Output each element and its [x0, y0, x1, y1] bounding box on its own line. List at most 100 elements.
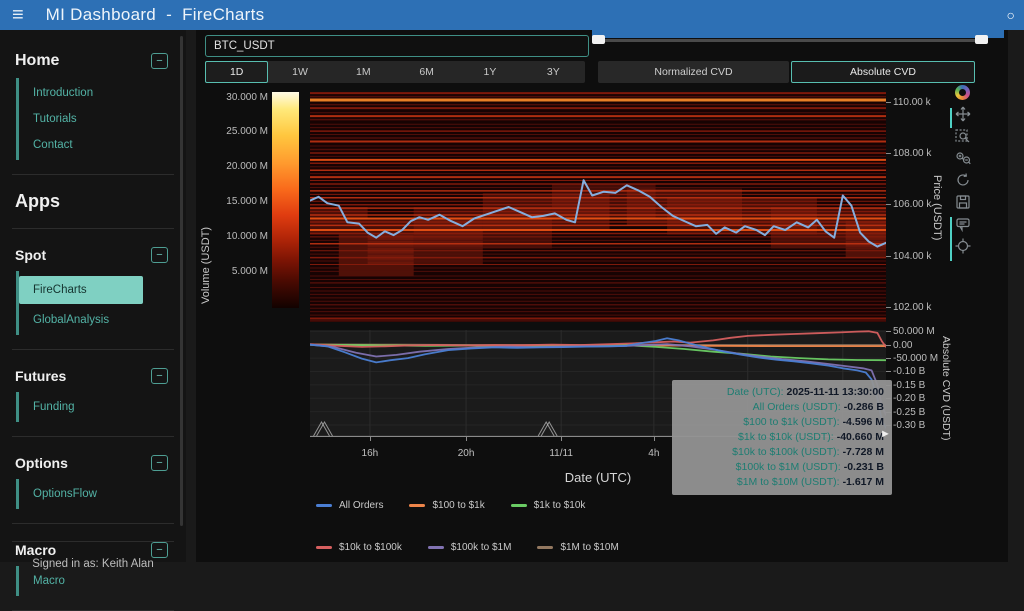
- sidebar-group-title-row: Home−: [0, 46, 186, 76]
- legend-item--10k-to-100k[interactable]: $10k to $100k: [316, 542, 402, 553]
- axis-tick-label: -0.10 B: [893, 366, 925, 377]
- axis-tick-mark: [886, 345, 891, 346]
- sidebar-scrollbar[interactable]: [180, 36, 183, 526]
- axis-tick-label: 4h: [639, 448, 669, 459]
- sidebar-item-globalanalysis[interactable]: GlobalAnalysis: [19, 307, 186, 333]
- page-title: MI Dashboard - FireCharts: [46, 5, 265, 25]
- sidebar-item-funding[interactable]: Funding: [19, 394, 186, 420]
- legend-row-1: All Orders $100 to $1k $1k to $10k: [316, 500, 585, 511]
- symbol-input[interactable]: [205, 35, 589, 57]
- axis-tick-label: -50.000 M: [893, 353, 938, 364]
- legend-label: All Orders: [339, 500, 383, 511]
- axis-tick-label: 10.000 M: [222, 231, 268, 242]
- chart-panel: 1D1W1M6M1Y3Y Normalized CVDAbsolute CVD …: [196, 30, 1008, 562]
- legend-label: $1M to $10M: [560, 542, 618, 553]
- tooltip-arrow-icon: ►: [880, 428, 891, 440]
- legend-item--100-to-1k[interactable]: $100 to $1k: [409, 500, 484, 511]
- collapse-icon[interactable]: −: [151, 53, 168, 69]
- axis-tick-label: 5.000 M: [222, 266, 268, 277]
- tooltip-row: $100 to $1k (USDT):-4.596 M: [680, 415, 884, 430]
- volume-axis-title: Volume (USDT): [200, 190, 212, 340]
- sidebar-group-title-row: Spot −: [0, 241, 186, 269]
- range-slider-track[interactable]: [598, 39, 984, 42]
- reset-axes-icon[interactable]: [955, 172, 971, 188]
- sidebar-group-futures: Futures−Funding: [0, 356, 186, 430]
- axis-tick-mark: [886, 204, 891, 205]
- axis-tick-label: 102.00 k: [893, 302, 931, 313]
- sidebar-item-optionsflow[interactable]: OptionsFlow: [19, 481, 186, 507]
- sidebar-group-title-row: Options −: [0, 449, 186, 477]
- axis-tick-label: -0.25 B: [893, 407, 925, 418]
- price-axis-title: Price (USDT): [931, 150, 943, 265]
- tooltip-label: $100 to $1k (USDT):: [680, 415, 840, 430]
- sidebar-item-tutorials[interactable]: Tutorials: [19, 106, 186, 132]
- sidebar-divider: [12, 436, 174, 437]
- sidebar-item-contact[interactable]: Contact: [19, 132, 186, 158]
- spikelines-icon[interactable]: [955, 238, 971, 254]
- sidebar-section-apps: Apps: [0, 181, 186, 222]
- range-slider-handle-right[interactable]: [975, 35, 988, 44]
- collapse-icon[interactable]: −: [151, 542, 168, 558]
- legend-row-2: $10k to $100k $100k to $1M $1M to $10M: [316, 542, 619, 553]
- axis-tick-mark: [886, 331, 891, 332]
- legend-item-all-orders[interactable]: All Orders: [316, 500, 383, 511]
- axis-tick-mark: [886, 371, 891, 372]
- volume-heatmap-chart[interactable]: [310, 92, 886, 322]
- range-slider-strip: [592, 30, 1004, 38]
- sidebar-group-options: Options − OptionsFlow: [0, 443, 186, 517]
- sidebar-item-macro[interactable]: Macro: [19, 568, 186, 594]
- axis-tick-label: 104.00 k: [893, 251, 931, 262]
- legend-swatch: [316, 546, 332, 549]
- cvd-button-absolute-cvd[interactable]: Absolute CVD: [791, 61, 975, 83]
- timeframe-button-1m[interactable]: 1M: [332, 61, 395, 83]
- axis-tick-label: -0.30 B: [893, 420, 925, 431]
- timeframe-button-3y[interactable]: 3Y: [522, 61, 585, 83]
- sidebar-item-introduction[interactable]: Introduction: [19, 80, 186, 106]
- zoom-in-out-icon[interactable]: [955, 150, 971, 166]
- sidebar-sublist: FireCharts GlobalAnalysis: [16, 271, 186, 335]
- timeframe-button-1d[interactable]: 1D: [205, 61, 268, 83]
- save-icon[interactable]: [955, 194, 971, 210]
- sidebar-sublist: OptionsFlow: [16, 479, 186, 509]
- sidebar-group-label: Options: [15, 455, 68, 471]
- tooltip-value: -40.660 M: [837, 430, 884, 445]
- legend-item--100k-to-1m[interactable]: $100k to $1M: [428, 542, 512, 553]
- menu-icon[interactable]: ≡: [12, 5, 24, 25]
- app-header: ≡ MI Dashboard - FireCharts ○: [0, 0, 1024, 30]
- sidebar-group-label: Spot: [15, 247, 46, 263]
- sidebar-divider: [12, 523, 174, 524]
- axis-tick-mark: [466, 437, 467, 441]
- sidebar-group-spot: Spot −FireCharts GlobalAnalysis: [0, 235, 186, 343]
- cvd-button-normalized-cvd[interactable]: Normalized CVD: [598, 61, 789, 83]
- axis-tick-label: 30.000 M: [222, 92, 268, 103]
- timeframe-button-6m[interactable]: 6M: [395, 61, 458, 83]
- legend-swatch: [428, 546, 444, 549]
- plotly-modebar: [955, 85, 981, 254]
- legend-item--1m-to-10m[interactable]: $1M to $10M: [537, 542, 618, 553]
- collapse-icon[interactable]: −: [151, 247, 168, 263]
- collapse-icon[interactable]: −: [151, 368, 168, 384]
- legend-label: $100 to $1k: [432, 500, 484, 511]
- modebar-active-indicator: [950, 217, 952, 261]
- hover-closest-icon[interactable]: [955, 216, 971, 232]
- plotly-logo-icon[interactable]: [955, 85, 970, 100]
- sidebar-divider: [12, 228, 174, 229]
- profile-icon[interactable]: ○: [1007, 7, 1015, 23]
- pan-icon[interactable]: [955, 106, 971, 122]
- tooltip-value: -4.596 M: [843, 415, 884, 430]
- collapse-icon[interactable]: −: [151, 455, 168, 471]
- legend-label: $10k to $100k: [339, 542, 402, 553]
- box-zoom-icon[interactable]: [955, 128, 971, 144]
- timeframe-button-1w[interactable]: 1W: [268, 61, 331, 83]
- timeframe-button-1y[interactable]: 1Y: [458, 61, 521, 83]
- axis-tick-mark: [654, 437, 655, 441]
- sidebar-divider: [12, 349, 174, 350]
- tooltip-label: $1M to $10M (USDT):: [680, 475, 840, 490]
- legend-label: $100k to $1M: [451, 542, 512, 553]
- sidebar-item-firecharts[interactable]: FireCharts: [19, 276, 143, 304]
- tooltip-label: $100k to $1M (USDT):: [680, 460, 841, 475]
- tooltip-row: $10k to $100k (USDT):-7.728 M: [680, 445, 884, 460]
- legend-item--1k-to-10k[interactable]: $1k to $10k: [511, 500, 586, 511]
- axis-tick-mark: [886, 153, 891, 154]
- range-slider-handle-left[interactable]: [592, 35, 605, 44]
